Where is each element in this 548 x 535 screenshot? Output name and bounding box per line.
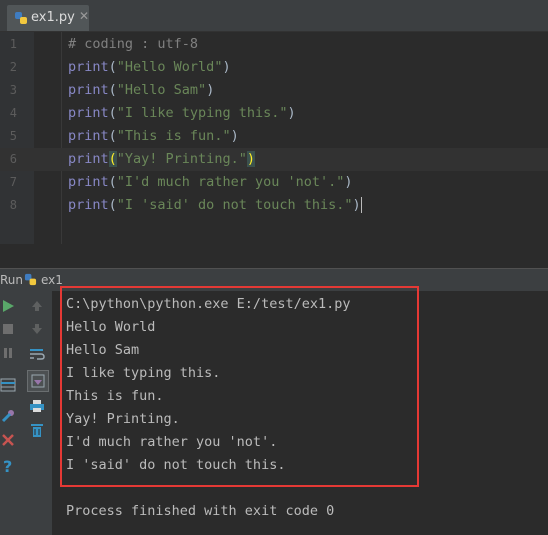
tab-ex1-py[interactable]: ex1.py ✕	[7, 5, 89, 31]
scroll-down-button[interactable]	[27, 319, 47, 339]
string-literal: "I 'said' do not touch this."	[116, 197, 353, 213]
code-line-2: 2 print("Hello World")	[0, 56, 548, 79]
text-caret	[360, 197, 362, 213]
code-editor[interactable]: 1 # coding : utf-8 2 print("Hello World"…	[0, 32, 548, 244]
soft-wrap-button[interactable]	[27, 344, 47, 364]
rerun-button[interactable]	[0, 296, 18, 316]
line-number: 2	[9, 60, 17, 74]
scroll-up-button[interactable]	[27, 296, 47, 316]
close-icon	[2, 434, 14, 446]
keyword-print: print	[68, 197, 109, 213]
arrow-down-icon	[32, 324, 42, 334]
tab-filename: ex1.py	[31, 10, 75, 25]
keyword-print: print	[68, 59, 109, 75]
comment: # coding : utf-8	[68, 36, 199, 52]
paren-open: (	[108, 174, 117, 190]
code-line-1: 1 # coding : utf-8	[0, 33, 548, 56]
code-line-5: 5 print("This is fun.")	[0, 125, 548, 148]
line-number: 3	[9, 83, 17, 97]
tab-close-icon[interactable]: ✕	[79, 9, 89, 23]
question-icon: ?	[3, 458, 12, 474]
keyword-print: print	[68, 105, 109, 121]
settings-button[interactable]	[0, 406, 18, 426]
editor-bottom-space	[0, 244, 548, 268]
string-literal: "I like typing this."	[116, 105, 288, 121]
clear-all-button[interactable]	[27, 420, 47, 440]
paren-close: )	[222, 59, 231, 75]
paren-close: )	[206, 82, 215, 98]
play-icon	[3, 300, 14, 312]
soft-wrap-icon	[30, 349, 45, 360]
printer-icon	[30, 400, 44, 412]
keyword-print: print	[68, 82, 109, 98]
editor-tab-bar: ex1.py ✕	[0, 0, 548, 32]
highlight-box	[60, 286, 419, 487]
paren-close: )	[344, 174, 353, 190]
code-line-7: 7 print("I'd much rather you 'not'.")	[0, 171, 548, 194]
python-file-icon	[15, 12, 27, 24]
line-number: 6	[9, 152, 17, 166]
paren-close: )	[230, 128, 239, 144]
dump-threads-button[interactable]	[0, 375, 18, 395]
pause-button[interactable]	[0, 343, 18, 363]
run-label[interactable]: Run	[0, 273, 23, 287]
svg-text:?: ?	[3, 458, 12, 474]
console-exit-message: Process finished with exit code 0	[66, 503, 335, 519]
keyword-print: print	[68, 174, 109, 190]
code-line-3: 3 print("Hello Sam")	[0, 79, 548, 102]
scroll-to-end-button[interactable]	[27, 370, 49, 392]
string-literal: "Hello Sam"	[116, 82, 207, 98]
code-line-6-current: 6 print("Yay! Printing.")	[0, 148, 548, 171]
line-number: 5	[9, 129, 17, 143]
arrow-up-icon	[32, 301, 42, 311]
paren-open: (	[108, 128, 117, 144]
print-button[interactable]	[27, 396, 47, 416]
paren-open: (	[108, 82, 117, 98]
line-number: 1	[9, 37, 17, 51]
stop-button[interactable]	[0, 319, 18, 339]
stop-icon	[3, 324, 13, 334]
run-config-name[interactable]: ex1	[41, 273, 63, 287]
paren-close: )	[287, 105, 296, 121]
string-literal: "This is fun."	[116, 128, 231, 144]
paren-open: (	[108, 59, 117, 75]
paren-open: (	[108, 105, 117, 121]
pause-icon	[4, 348, 12, 358]
string-literal: "I'd much rather you 'not'."	[116, 174, 345, 190]
paren-open: (	[108, 197, 117, 213]
line-number: 7	[9, 175, 17, 189]
wrench-icon	[1, 410, 14, 423]
close-run-button[interactable]	[0, 430, 18, 450]
string-literal: "Hello World"	[116, 59, 223, 75]
line-number: 8	[9, 198, 17, 212]
string-literal: "Yay! Printing."	[116, 151, 247, 167]
keyword-print: print	[68, 128, 109, 144]
code-line-8: 8 print("I 'said' do not touch this.")	[0, 194, 548, 217]
keyword-print: print	[68, 151, 109, 167]
layout-icon	[0, 378, 16, 392]
help-button[interactable]: ?	[0, 456, 18, 476]
paren-close-matched: )	[246, 151, 255, 167]
line-number: 4	[9, 106, 17, 120]
trash-icon	[31, 424, 43, 437]
code-line-4: 4 print("I like typing this.")	[0, 102, 548, 125]
python-config-icon	[24, 273, 37, 286]
paren-open-matched: (	[108, 151, 117, 167]
run-toolbar: ?	[0, 291, 52, 535]
scroll-to-end-icon	[31, 374, 45, 388]
paren-close: )	[352, 197, 361, 213]
